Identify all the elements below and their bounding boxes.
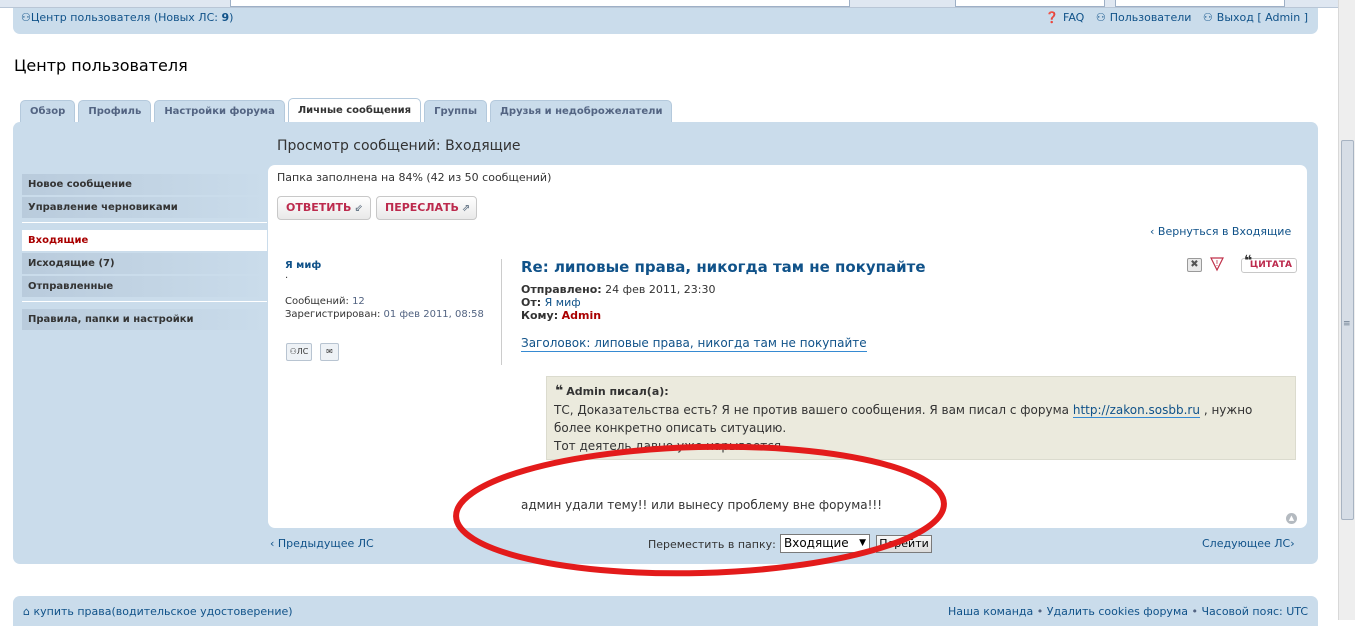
- quote-icon: ❝: [1244, 253, 1253, 269]
- tab-groups[interactable]: Группы: [424, 100, 487, 122]
- members-icon: ⚇: [1095, 11, 1106, 24]
- envelope-icon: ✉: [326, 347, 333, 356]
- quote-text: ТС, Доказательства есть? Я не против ваш…: [554, 403, 1253, 453]
- forum-footer: ⌂ купить права(водительское удостоверени…: [13, 596, 1318, 626]
- scrollbar-grip-icon: ≡: [1343, 319, 1351, 329]
- move-folder-label: Переместить в папку:: [648, 538, 776, 551]
- content-title: Просмотр сообщений: Входящие: [277, 138, 521, 154]
- post-heading-link[interactable]: Заголовок: липовые права, никогда там не…: [521, 336, 867, 352]
- logout-icon: ⚇: [1202, 11, 1213, 24]
- forward-arrow-icon: ⇗: [461, 203, 471, 214]
- logout-link[interactable]: ⚇ Выход [ Admin ]: [1199, 11, 1308, 24]
- chevron-right-icon: ›: [1290, 537, 1295, 550]
- send-pm-button[interactable]: ⚇ЛС: [286, 343, 312, 361]
- forward-button[interactable]: ПЕРЕСЛАТЬ ⇗: [376, 196, 477, 220]
- members-link[interactable]: ⚇ Пользователи: [1092, 11, 1192, 24]
- ucp-tabs: Обзор Профиль Настройки форума Личные со…: [20, 98, 675, 122]
- tab-profile[interactable]: Профиль: [78, 100, 152, 122]
- tab-board-prefs[interactable]: Настройки форума: [154, 100, 285, 122]
- move-folder-select[interactable]: Входящие ▼: [780, 534, 870, 553]
- scrollbar-thumb[interactable]: [1341, 140, 1354, 520]
- chevron-left-icon: ‹: [1150, 225, 1158, 238]
- tab-overview[interactable]: Обзор: [20, 100, 76, 122]
- sidebar-item-rules[interactable]: Правила, папки и настройки: [22, 309, 267, 330]
- page-scrollbar[interactable]: ≡: [1338, 0, 1355, 620]
- user-icon: ⚇: [289, 347, 297, 356]
- reply-button[interactable]: ОТВЕТИТЬ ⇙: [277, 196, 371, 220]
- user-center-label: Центр пользователя: [30, 11, 151, 24]
- quote-icon: ❝: [555, 383, 564, 399]
- quote-link[interactable]: http://zakon.sosbb.ru: [1072, 403, 1200, 418]
- quote-block: ❝ Admin писал(а): ТС, Доказательства есть…: [546, 376, 1296, 460]
- delete-cookies-link[interactable]: Удалить cookies форума: [1047, 605, 1188, 618]
- post-to-link[interactable]: Admin: [562, 309, 601, 322]
- tab-friends-foes[interactable]: Друзья и недоброжелатели: [490, 100, 673, 122]
- tab-private-messages[interactable]: Личные сообщения: [287, 98, 422, 122]
- browser-toolbar-strip: [0, 0, 1355, 8]
- author-joined: Зарегистрирован: 01 фев 2011, 08:58: [285, 309, 484, 320]
- sidebar-divider: [22, 301, 267, 309]
- author-name[interactable]: Я миф: [285, 260, 321, 271]
- folder-status: Папка заполнена на 84% (42 из 50 сообщен…: [277, 171, 552, 184]
- post-from-link[interactable]: Я миф: [545, 296, 581, 309]
- page-title: Центр пользователя: [14, 56, 188, 75]
- user-center-link[interactable]: ⚇Центр пользователя (Новых ЛС: 9): [21, 11, 233, 24]
- delete-icon[interactable]: ✖: [1187, 258, 1202, 272]
- new-pm-prefix: (Новых ЛС:: [153, 11, 222, 24]
- sidebar-item-drafts[interactable]: Управление черновиками: [22, 197, 267, 218]
- sidebar-item-sent[interactable]: Отправленные: [22, 276, 267, 297]
- pm-sidebar: Новое сообщение Управление черновиками В…: [22, 174, 267, 332]
- new-pm-suffix: ): [229, 11, 234, 24]
- chevron-down-icon: ▼: [859, 538, 866, 548]
- address-bar[interactable]: [230, 0, 850, 7]
- back-to-inbox-link[interactable]: ‹ Вернуться в Входящие: [1150, 225, 1291, 238]
- timezone-label: Часовой пояс: UTC: [1201, 605, 1308, 618]
- previous-pm-link[interactable]: ‹ Предыдущее ЛС: [270, 537, 374, 550]
- back-to-top-icon[interactable]: ▲: [1286, 513, 1297, 524]
- browser-search-box[interactable]: [955, 0, 1105, 7]
- top-links: ❓ FAQ ⚇ Пользователи ⚇ Выход [ Admin ]: [1037, 11, 1308, 24]
- quote-button[interactable]: ❝ ЦИТАТА: [1241, 253, 1297, 273]
- message-body: админ удали тему!! или вынесу проблему в…: [521, 498, 883, 512]
- report-icon[interactable]: !: [1209, 256, 1225, 272]
- svg-text:!: !: [1215, 259, 1218, 268]
- email-button[interactable]: ✉: [320, 343, 339, 361]
- footer-home-link[interactable]: ⌂ купить права(водительское удостоверени…: [23, 605, 293, 618]
- sidebar-item-compose[interactable]: Новое сообщение: [22, 174, 267, 195]
- home-icon: ⌂: [23, 605, 34, 618]
- forum-top-bar: ⚇Центр пользователя (Новых ЛС: 9) ❓ FAQ ⚇…: [13, 8, 1318, 34]
- author-rank: ·: [285, 273, 289, 284]
- footer-links: Наша команда • Удалить cookies форума • …: [947, 605, 1308, 618]
- post-to: Кому: Admin: [521, 309, 602, 322]
- team-link[interactable]: Наша команда: [948, 605, 1033, 618]
- reply-arrow-icon: ⇙: [354, 203, 363, 214]
- quote-author: ❝ Admin писал(а):: [555, 383, 669, 399]
- chevron-left-icon: ‹: [270, 537, 278, 550]
- sidebar-divider: [22, 222, 267, 230]
- sidebar-item-inbox[interactable]: Входящие: [22, 230, 267, 251]
- sidebar-item-outbox[interactable]: Исходящие (7): [22, 253, 267, 274]
- post-from: От: Я миф: [521, 296, 581, 309]
- new-pm-count: 9: [221, 11, 230, 24]
- browser-search-box-2[interactable]: [1115, 0, 1285, 7]
- move-go-button[interactable]: Перейти: [876, 535, 932, 553]
- post-sent-date: Отправлено: 24 фев 2011, 23:30: [521, 283, 716, 296]
- post-subject[interactable]: Re: липовые права, никогда там не покупа…: [521, 258, 926, 276]
- author-posts: Сообщений: 12: [285, 296, 365, 307]
- home-icon: ⚇: [21, 11, 31, 24]
- faq-icon: ❓: [1045, 11, 1060, 24]
- next-pm-link[interactable]: Следующее ЛС›: [1202, 537, 1295, 550]
- faq-link[interactable]: ❓ FAQ: [1041, 11, 1084, 24]
